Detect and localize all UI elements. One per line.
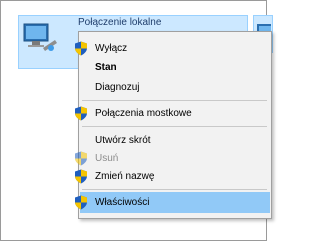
menu-separator <box>82 126 267 127</box>
explorer-pane: Połączenie lokalne Wyłącz Stan Diagnozuj <box>0 0 273 241</box>
menu-separator <box>82 100 267 101</box>
network-adapter-icon <box>23 23 57 51</box>
uac-shield-icon <box>75 41 87 56</box>
menu-item-label: Diagnozuj <box>95 82 140 93</box>
menu-item-label: Połączenia mostkowe <box>95 108 192 119</box>
menu-item-status[interactable]: Stan <box>81 57 267 78</box>
menu-item-label: Zmień nazwę <box>95 171 155 182</box>
menu-item-rename[interactable]: Zmień nazwę <box>75 166 267 187</box>
menu-item-bridge-connections[interactable]: Połączenia mostkowe <box>75 103 267 124</box>
uac-shield-icon <box>75 151 87 166</box>
uac-shield-icon <box>75 195 87 210</box>
menu-separator <box>82 189 267 190</box>
context-menu: Wyłącz Stan Diagnozuj Połączenia mostkow… <box>75 31 272 219</box>
menu-item-label: Stan <box>95 62 117 73</box>
menu-item-disable[interactable]: Wyłącz <box>75 38 267 59</box>
menu-item-diagnose[interactable]: Diagnozuj <box>81 77 267 98</box>
uac-shield-icon <box>75 169 87 184</box>
menu-item-label: Wyłącz <box>95 43 128 54</box>
uac-shield-icon <box>75 106 87 121</box>
menu-item-properties[interactable]: Właściwości <box>75 192 270 213</box>
connection-name-label: Połączenie lokalne <box>78 17 162 28</box>
menu-item-label: Właściwości <box>95 197 150 208</box>
